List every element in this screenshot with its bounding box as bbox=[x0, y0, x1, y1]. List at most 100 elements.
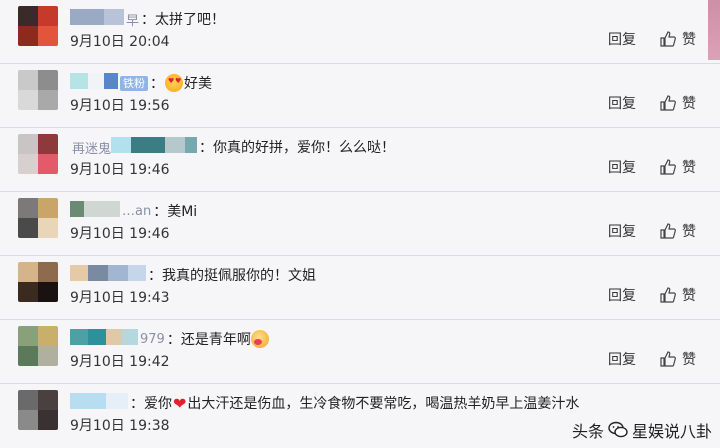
like-button[interactable]: 赞 bbox=[660, 93, 696, 113]
thumbs-up-icon bbox=[660, 31, 676, 47]
comment-time: 9月10日 19:46 bbox=[70, 226, 170, 242]
comment-actions: 回复 赞 bbox=[608, 93, 696, 113]
watermark-suffix: 星娱说八卦 bbox=[631, 422, 712, 441]
watermark-prefix: 头条 bbox=[571, 422, 604, 441]
thumbs-up-icon bbox=[660, 287, 676, 303]
edge-decoration bbox=[708, 0, 720, 60]
blowing-kiss-emoji-icon bbox=[250, 330, 269, 348]
blurred-name-block bbox=[70, 329, 88, 345]
avatar[interactable] bbox=[18, 70, 58, 110]
comment-time: 9月10日 20:04 bbox=[70, 34, 170, 50]
blurred-name-block bbox=[84, 201, 120, 217]
avatar[interactable] bbox=[18, 6, 58, 46]
username[interactable]: 铁粉 bbox=[70, 73, 148, 93]
wechat-icon bbox=[608, 421, 628, 438]
blurred-name-block bbox=[88, 265, 108, 281]
like-label: 赞 bbox=[682, 96, 696, 112]
comment-text: 好美 bbox=[184, 76, 212, 92]
thumbs-up-icon bbox=[660, 223, 676, 239]
comment-item: 早 ：太拼了吧！ 9月10日 20:04 回复 赞 bbox=[0, 0, 720, 64]
like-label: 赞 bbox=[682, 160, 696, 176]
comment-item: 979 ：还是青年啊 9月10日 19:42 回复 赞 bbox=[0, 320, 720, 384]
blurred-name-block bbox=[128, 265, 146, 281]
comment-line: 979 ：还是青年啊 bbox=[70, 328, 271, 350]
like-label: 赞 bbox=[682, 32, 696, 48]
comment-line: …an ：美Mi bbox=[70, 200, 197, 222]
comment-text: ：我真的挺佩服你的！文姐 bbox=[148, 268, 316, 284]
like-button[interactable]: 赞 bbox=[660, 29, 696, 49]
reply-button[interactable]: 回复 bbox=[608, 221, 636, 241]
like-button[interactable]: 赞 bbox=[660, 285, 696, 305]
blurred-name-block bbox=[70, 9, 104, 25]
comment-time: 9月10日 19:56 bbox=[70, 98, 170, 114]
blurred-name-block bbox=[88, 73, 104, 89]
blurred-name-block bbox=[70, 393, 106, 409]
like-button[interactable]: 赞 bbox=[660, 349, 696, 369]
comment-actions: 回复 赞 bbox=[608, 349, 696, 369]
avatar[interactable] bbox=[18, 262, 58, 302]
blurred-name-block bbox=[70, 73, 88, 89]
watermark: 头条 星娱说八卦 bbox=[572, 418, 712, 442]
thumbs-up-icon bbox=[660, 159, 676, 175]
blurred-name-block bbox=[70, 201, 84, 217]
comment-item: 再迷鬼 ：你真的好拼，爱你！么么哒！ 9月10日 19:46 回复 赞 bbox=[0, 128, 720, 192]
username[interactable]: 早 bbox=[70, 9, 139, 29]
reply-button[interactable]: 回复 bbox=[608, 93, 636, 113]
username[interactable]: 979 bbox=[70, 329, 165, 349]
comment-line: ：爱你 ❤ 出大汗还是伤血，生冷食物不要常吃，喝温热羊奶早上温姜汁水 bbox=[70, 392, 579, 414]
username[interactable] bbox=[70, 265, 146, 285]
comment-actions: 回复 赞 bbox=[608, 29, 696, 49]
reply-button[interactable]: 回复 bbox=[608, 349, 636, 369]
heart-icon: ❤ bbox=[173, 393, 187, 413]
reply-button[interactable]: 回复 bbox=[608, 285, 636, 305]
comment-time: 9月10日 19:42 bbox=[70, 354, 170, 370]
like-label: 赞 bbox=[682, 224, 696, 240]
comment-list: 早 ：太拼了吧！ 9月10日 20:04 回复 赞 铁粉 ： ♥ ♥ 好美 9月1… bbox=[0, 0, 720, 448]
comment-text-end: 出大汗还是伤血，生冷食物不要常吃，喝温热羊奶早上温姜汁水 bbox=[187, 396, 580, 412]
comment-text: ：你真的好拼，爱你！么么哒！ bbox=[199, 140, 396, 156]
comment-item: ：我真的挺佩服你的！文姐 9月10日 19:43 回复 赞 bbox=[0, 256, 720, 320]
blurred-name-block bbox=[106, 329, 122, 345]
avatar[interactable] bbox=[18, 134, 58, 174]
username[interactable]: …an bbox=[70, 201, 151, 221]
thumbs-up-icon bbox=[660, 351, 676, 367]
comment-text: ：太拼了吧！ bbox=[141, 12, 226, 28]
reply-button[interactable]: 回复 bbox=[608, 157, 636, 177]
like-button[interactable]: 赞 bbox=[660, 221, 696, 241]
comment-time: 9月10日 19:43 bbox=[70, 290, 170, 306]
comment-actions: 回复 赞 bbox=[608, 157, 696, 177]
blurred-name-block bbox=[70, 265, 88, 281]
blurred-name-block bbox=[104, 9, 124, 25]
avatar[interactable] bbox=[18, 198, 58, 238]
like-label: 赞 bbox=[682, 352, 696, 368]
comment-actions: 回复 赞 bbox=[608, 285, 696, 305]
blurred-name-block bbox=[104, 73, 118, 89]
heart-eyes-emoji-icon: ♥ ♥ bbox=[165, 74, 183, 92]
blurred-name-block bbox=[108, 265, 128, 281]
comment-line: ：我真的挺佩服你的！文姐 bbox=[70, 264, 316, 286]
like-label: 赞 bbox=[682, 288, 696, 304]
comment-line: 早 ：太拼了吧！ bbox=[70, 8, 225, 30]
username[interactable]: 再迷鬼 bbox=[70, 137, 198, 157]
comment-line: 铁粉 ： ♥ ♥ 好美 bbox=[70, 72, 212, 94]
thumbs-up-icon bbox=[660, 95, 676, 111]
blurred-name-block bbox=[122, 329, 138, 345]
avatar[interactable] bbox=[18, 390, 58, 430]
comment-time: 9月10日 19:46 bbox=[70, 162, 170, 178]
comment-item: …an ：美Mi 9月10日 19:46 回复 赞 bbox=[0, 192, 720, 256]
blurred-name-block bbox=[185, 137, 198, 153]
reply-button[interactable]: 回复 bbox=[608, 29, 636, 49]
blurred-name-block bbox=[111, 137, 132, 153]
blurred-name-block bbox=[88, 329, 106, 345]
like-button[interactable]: 赞 bbox=[660, 157, 696, 177]
comment-line: 再迷鬼 ：你真的好拼，爱你！么么哒！ bbox=[70, 136, 395, 158]
avatar[interactable] bbox=[18, 326, 58, 366]
comment-text-start: ：爱你 bbox=[130, 396, 172, 412]
comment-item: 铁粉 ： ♥ ♥ 好美 9月10日 19:56 回复 赞 bbox=[0, 64, 720, 128]
comment-text: ：还是青年啊 bbox=[166, 332, 251, 348]
comment-time: 9月10日 19:38 bbox=[70, 418, 170, 434]
blurred-name-block bbox=[131, 137, 166, 153]
comment-actions: 回复 赞 bbox=[608, 221, 696, 241]
username[interactable] bbox=[70, 393, 128, 413]
blurred-name-block bbox=[106, 393, 128, 409]
